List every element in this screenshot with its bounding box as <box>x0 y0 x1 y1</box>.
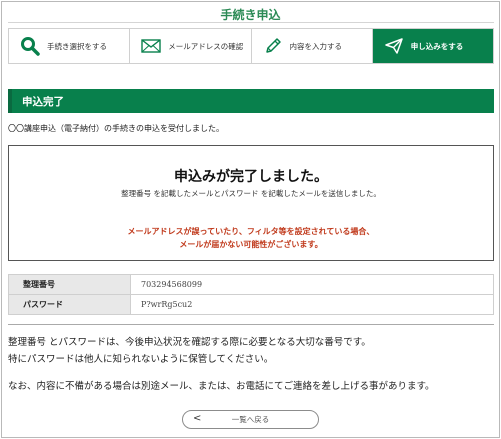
reference-number-label: 整理番号 <box>8 274 131 295</box>
chevron-left-icon: < <box>193 413 202 424</box>
note-line-2: 特にパスワードは他人に知られないように保管してください。 <box>8 354 274 365</box>
email-warning-line-2: メールが届かない可能性がございます。 <box>179 240 323 249</box>
reference-number-value: 703294568099 <box>130 274 494 295</box>
back-button-label: 一覧へ戻る <box>231 415 270 424</box>
step-enter-details: 内容を入力する <box>251 29 373 63</box>
pencil-icon <box>262 36 284 56</box>
step-select-procedure: 手続き選択をする <box>9 29 131 63</box>
application-info-table: 整理番号 703294568099 パスワード P?wrRg5cu2 <box>8 274 494 315</box>
step-label: 申し込みをする <box>410 41 464 51</box>
back-to-list-button[interactable]: < 一覧へ戻る <box>182 410 319 429</box>
completion-subtext: 整理番号 を記載したメールとパスワード を記載したメールを送信しました。 <box>121 189 381 198</box>
step-label: 手続き選択をする <box>47 41 107 51</box>
page-title: 手続き申込 <box>220 8 281 22</box>
password-value: P?wrRg5cu2 <box>130 294 494 315</box>
step-label: メールアドレスの確認 <box>168 41 244 51</box>
step-label: 内容を入力する <box>289 41 343 51</box>
step-submit-application: 申し込みをする <box>372 29 493 63</box>
envelope-icon <box>140 36 162 56</box>
email-warning-line-1: メールアドレスが誤っていたり、フィルタ等を設定されている場合、 <box>127 227 375 236</box>
table-divider <box>8 324 494 325</box>
password-label: パスワード <box>8 294 131 315</box>
note-line-3: なお、内容に不備がある場合は別途メール、または、お電話にてご連絡を差し上げる事が… <box>8 381 435 392</box>
note-line-1: 整理番号 とパスワードは、今後申込状況を確認する際に必要となる大切な番号です。 <box>8 337 371 348</box>
step-confirm-email: メールアドレスの確認 <box>130 29 252 63</box>
completion-message-box: 申込みが完了しました。 整理番号 を記載したメールとパスワード を記載したメール… <box>8 145 494 261</box>
table-row: パスワード P?wrRg5cu2 <box>8 294 494 315</box>
table-row: 整理番号 703294568099 <box>8 274 494 295</box>
step-indicator: 手続き選択をする メールアドレスの確認 内容を入力する 申し込みをする <box>8 28 494 64</box>
completion-heading: 申込みが完了しました。 <box>174 169 328 185</box>
section-heading: 申込完了 <box>8 89 494 113</box>
title-divider <box>8 22 494 23</box>
search-icon <box>19 36 41 56</box>
intro-text: 〇〇講座申込（電子納付）の手続きの申込を受付しました。 <box>8 124 224 133</box>
send-icon <box>383 36 405 56</box>
